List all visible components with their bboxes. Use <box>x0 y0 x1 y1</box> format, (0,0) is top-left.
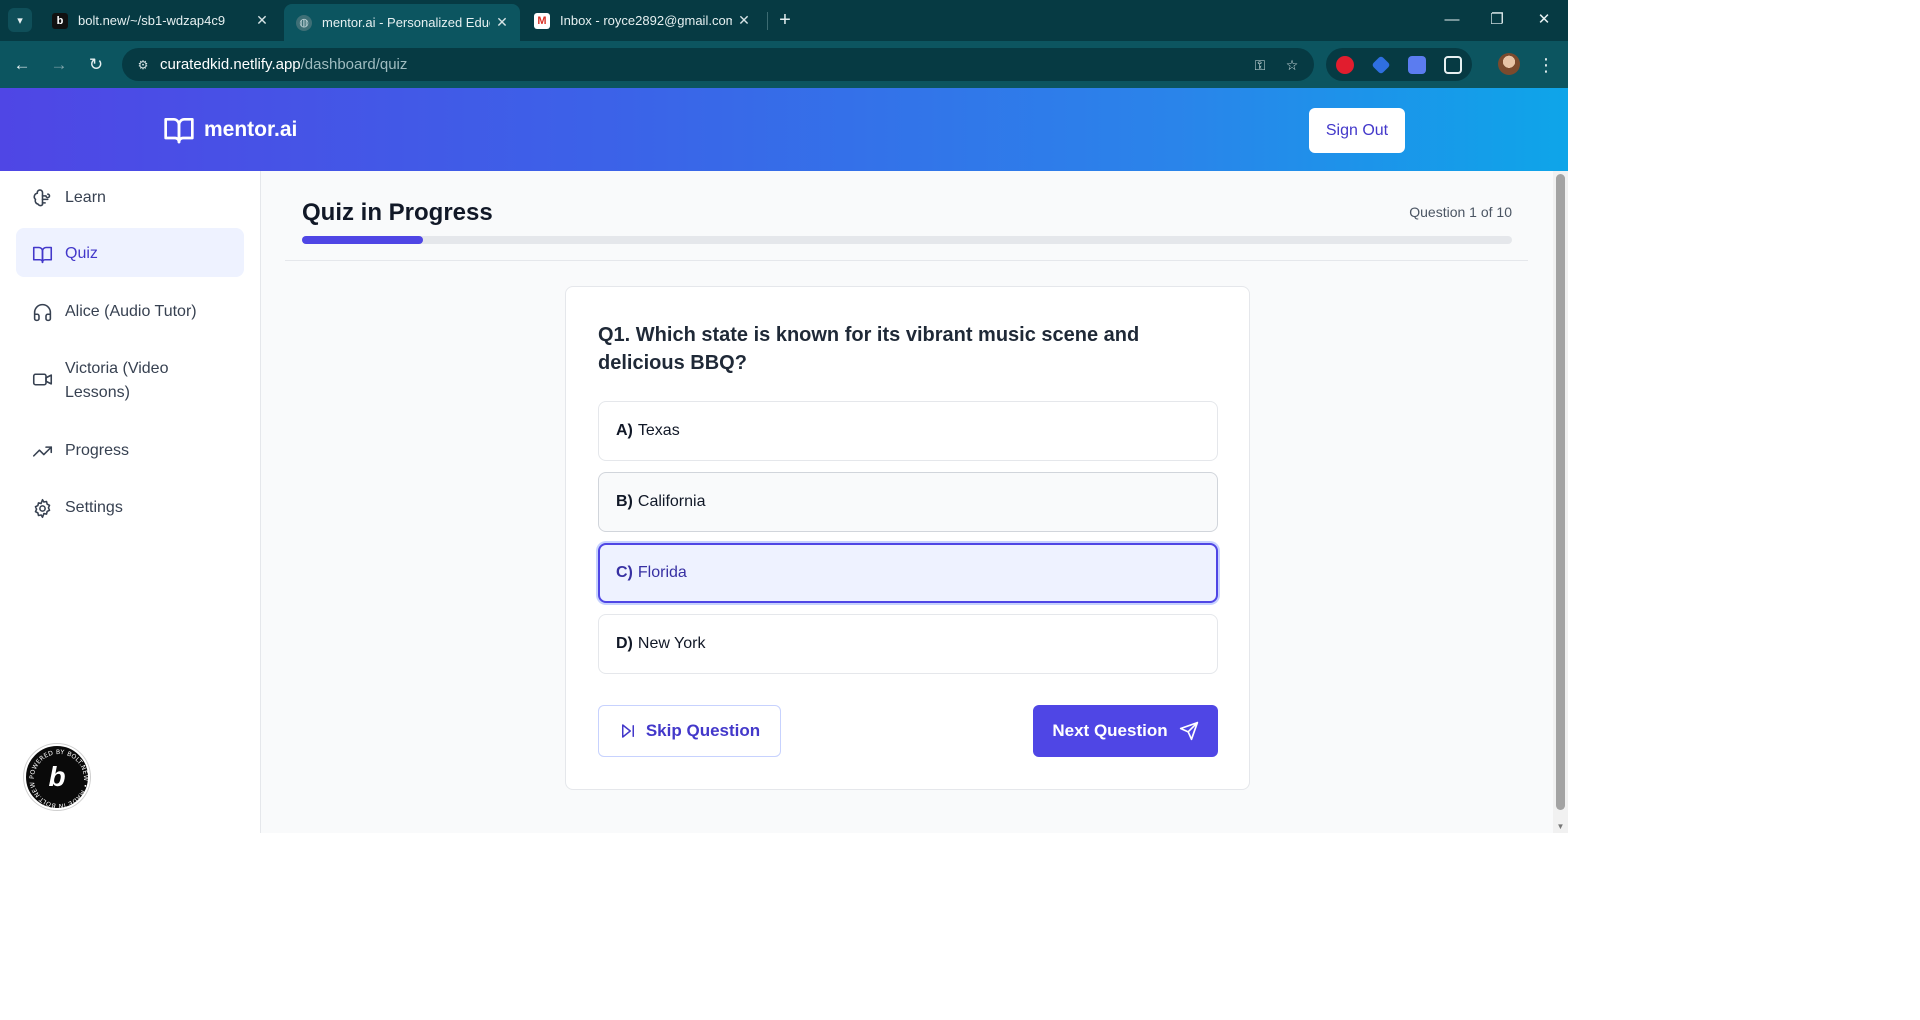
page-scrollbar[interactable]: ▼ <box>1553 171 1568 833</box>
sidebar-item-progress[interactable]: Progress <box>16 425 244 477</box>
browser-toolbar: ← → ↻ ⚙ curatedkid.netlify.app/dashboard… <box>0 41 1568 88</box>
gear-icon <box>34 498 51 519</box>
sidebar-item-label: Learn <box>65 189 106 206</box>
scrollbar-thumb[interactable] <box>1556 174 1565 810</box>
page-title: Quiz in Progress <box>302 199 493 226</box>
sidebar-item-label: Settings <box>65 499 123 516</box>
forward-arrow-icon[interactable]: → <box>47 53 71 77</box>
sidebar-item-label: Victoria (Video Lessons) <box>65 360 169 401</box>
option-letter: C) <box>616 564 633 581</box>
restore-window-icon[interactable]: ❐ <box>1477 8 1517 32</box>
answer-option-b[interactable]: B) California <box>598 472 1218 532</box>
app-header: mentor.ai Sign Out <box>0 88 1568 171</box>
quiz-progress-fill <box>302 236 423 244</box>
close-tab-icon[interactable]: ✕ <box>250 12 274 29</box>
password-key-icon[interactable]: ⚿ <box>1250 55 1270 75</box>
answer-option-c[interactable]: C) Florida <box>598 543 1218 603</box>
close-tab-icon[interactable]: ✕ <box>490 14 514 31</box>
browser-menu-icon[interactable]: ⋮ <box>1536 53 1556 77</box>
diamond-extension-icon[interactable] <box>1371 55 1391 75</box>
brand-logo[interactable]: mentor.ai <box>163 114 297 146</box>
video-icon <box>32 373 53 386</box>
extensions-group <box>1326 48 1472 81</box>
back-arrow-icon[interactable]: ← <box>10 53 34 77</box>
main-content: Quiz in Progress Question 1 of 10 Q1. Wh… <box>261 171 1553 833</box>
sidebar-item-label: Quiz <box>65 245 98 262</box>
question-text: Q1. Which state is known for its vibrant… <box>598 324 1140 374</box>
close-tab-icon[interactable]: ✕ <box>732 12 756 29</box>
window-extension-icon[interactable] <box>1408 56 1426 74</box>
trending-up-icon <box>32 446 53 457</box>
tab-title: Inbox - royce2892@gmail.com <box>560 13 732 28</box>
tab-separator <box>767 12 768 30</box>
option-text: California <box>637 493 706 510</box>
url-path: /dashboard/quiz <box>300 56 408 73</box>
close-window-icon[interactable]: ✕ <box>1524 8 1564 32</box>
address-bar[interactable]: ⚙ curatedkid.netlify.app/dashboard/quiz … <box>122 48 1314 81</box>
send-icon <box>1179 721 1198 741</box>
scroll-down-arrow-icon[interactable]: ▼ <box>1556 822 1565 831</box>
next-question-label: Next Question <box>1052 721 1168 740</box>
option-letter: B) <box>616 493 633 510</box>
skip-forward-icon <box>621 724 634 738</box>
site-info-icon[interactable]: ⚙ <box>134 56 152 74</box>
bolt-badge[interactable]: POWERED BY BOLT.NEW • MADE IN BOLT.NEW •… <box>24 744 90 810</box>
sign-out-button[interactable]: Sign Out <box>1309 108 1405 153</box>
browser-tab-strip: ▾ b bolt.new/~/sb1-wdzap4c9 ✕ ◍ mentor.a… <box>0 0 1568 41</box>
option-text: New York <box>637 635 706 652</box>
tab-search-chevron-icon[interactable]: ▾ <box>8 8 32 32</box>
minimize-window-icon[interactable]: — <box>1432 8 1472 32</box>
sidebar-item-label: Alice (Audio Tutor) <box>65 303 197 320</box>
browser-tab-gmail[interactable]: M Inbox - royce2892@gmail.com ✕ <box>522 0 762 41</box>
reload-icon[interactable]: ↻ <box>84 53 108 77</box>
brain-icon <box>33 189 51 207</box>
globe-favicon-icon: ◍ <box>296 14 312 31</box>
option-text: Florida <box>637 564 687 581</box>
bolt-favicon-icon: b <box>52 12 68 29</box>
question-counter: Question 1 of 10 <box>1409 204 1512 220</box>
browser-tab-mentor[interactable]: ◍ mentor.ai - Personalized Educat ✕ <box>284 4 520 41</box>
skip-question-label: Skip Question <box>645 721 761 740</box>
bookmark-star-icon[interactable]: ☆ <box>1282 55 1302 75</box>
tab-title: mentor.ai - Personalized Educat <box>322 15 490 30</box>
profile-avatar[interactable] <box>1498 53 1520 75</box>
next-question-button[interactable]: Next Question <box>1033 705 1218 757</box>
book-open-icon <box>32 246 53 264</box>
url-host: curatedkid.netlify.app <box>160 56 301 73</box>
sidebar: Learn Quiz Alice (Audio Tutor) Victoria … <box>0 171 261 833</box>
new-tab-plus-icon[interactable]: + <box>774 8 796 32</box>
sidebar-item-video-lessons[interactable]: Victoria (Video Lessons) <box>16 343 236 419</box>
browser-tab-bolt[interactable]: b bolt.new/~/sb1-wdzap4c9 ✕ <box>40 0 280 41</box>
answer-option-d[interactable]: D) New York <box>598 614 1218 674</box>
quiz-progress-bar <box>302 236 1512 244</box>
bolt-logo: b <box>48 761 66 792</box>
url-text[interactable]: curatedkid.netlify.app/dashboard/quiz <box>160 56 407 73</box>
skip-question-button[interactable]: Skip Question <box>598 705 781 757</box>
book-open-logo-icon <box>164 118 194 144</box>
sidebar-item-quiz[interactable]: Quiz <box>16 228 244 277</box>
sidebar-item-learn[interactable]: Learn <box>16 172 244 224</box>
question-card: Q1. Which state is known for its vibrant… <box>565 286 1250 790</box>
option-text: Texas <box>637 422 680 439</box>
headphones-icon <box>33 303 52 322</box>
gmail-favicon-icon: M <box>534 12 550 29</box>
option-letter: D) <box>616 635 633 652</box>
sidebar-item-settings[interactable]: Settings <box>16 482 244 534</box>
tab-title: bolt.new/~/sb1-wdzap4c9 <box>78 13 226 28</box>
sidebar-item-label: Progress <box>65 442 130 459</box>
sidebar-item-audio-tutor[interactable]: Alice (Audio Tutor) <box>16 286 244 338</box>
puzzle-extensions-icon[interactable] <box>1444 56 1462 74</box>
brand-name: mentor.ai <box>204 118 298 141</box>
option-letter: A) <box>616 422 633 439</box>
answer-option-a[interactable]: A) Texas <box>598 401 1218 461</box>
stop-hand-extension-icon[interactable] <box>1336 56 1354 74</box>
header-divider <box>285 260 1528 261</box>
